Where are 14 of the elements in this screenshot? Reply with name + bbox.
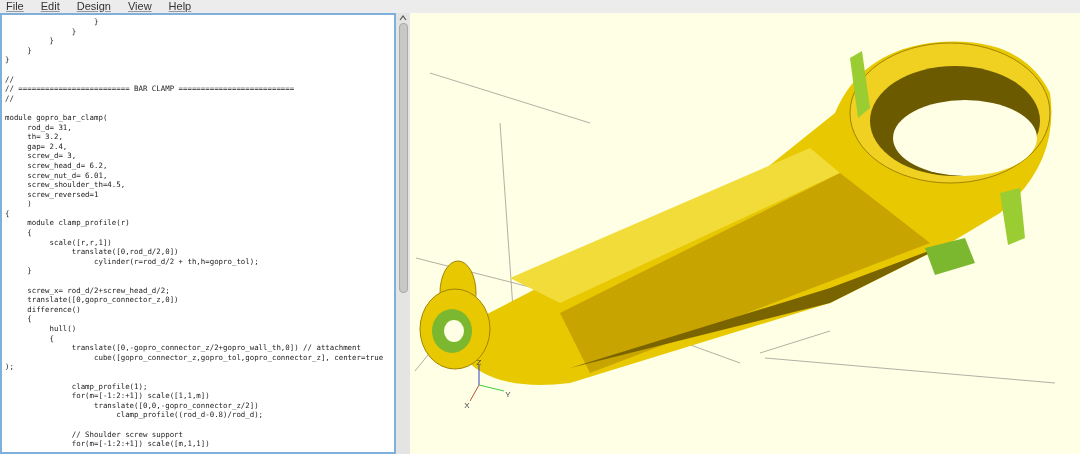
axis-label: Y [505, 390, 511, 399]
menu-item[interactable]: Edit [40, 1, 60, 12]
scroll-thumb[interactable] [398, 23, 408, 293]
scroll-up-icon[interactable] [399, 15, 407, 21]
scrollbar[interactable] [396, 13, 410, 454]
axis-label: X [464, 401, 470, 410]
axis-label: Z [476, 358, 482, 367]
menu-item[interactable]: Design [76, 1, 111, 12]
menu-item[interactable]: File [6, 1, 24, 12]
axis-gizmo-icon [469, 364, 505, 402]
3d-viewport[interactable]: Z Y X [410, 13, 1080, 454]
menu-item[interactable]: View [127, 1, 152, 12]
menu-item[interactable]: Help [168, 1, 192, 12]
code-editor[interactable] [0, 13, 396, 454]
